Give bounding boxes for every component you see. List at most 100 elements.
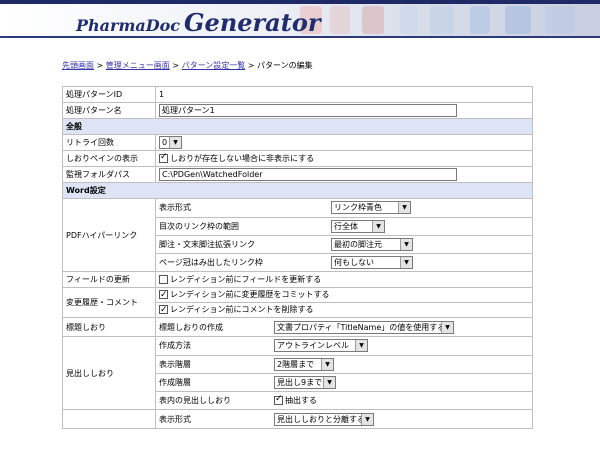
breadcrumb-link-top[interactable]: 先頭画面 [62,61,94,70]
title-bookmark-label: 標題しおり [62,317,156,337]
toc-link-range-value: 行全体 [334,221,358,231]
form-row: 標題しおり 標題しおりの作成 文書プロパティ「TitleName」の値を使用する… [62,317,533,337]
chevron-down-icon: ▼ [372,220,384,232]
heading-create-level-cell: 見出し9まで ▼ [271,373,532,392]
comment-delete-row: レンディション前にコメントを削除する [156,302,532,317]
history-commit-row: レンディション前に変更履歴をコミットする [157,289,532,302]
chevron-down-icon: ▼ [169,137,182,148]
decor-flask-icon [430,6,454,34]
retry-count-label: リトライ回数 [62,134,156,151]
title-bookmark-subtable: 標題しおりの作成 文書プロパティ「TitleName」の値を使用する ▼ [157,319,532,336]
title-bookmark-create-select[interactable]: 文書プロパティ「TitleName」の値を使用する ▼ [274,320,454,334]
history-commit-label: レンディション前に変更履歴をコミットする [170,290,330,299]
field-update-checkbox[interactable] [159,275,168,284]
pdf-hyperlink-cell: 表示形式 リンク枠青色 ▼ 目次のリンク枠の範囲 行全体 ▼ 脚注・文末脚注拡張リン… [155,198,533,272]
section-row: 全般 [62,118,533,135]
form-row: PDFハイパーリンク 表示形式 リンク枠青色 ▼ 目次のリンク枠の範囲 行全体 ▼ … [62,198,533,272]
sub-row: 目次のリンク枠の範囲 行全体 ▼ [156,217,532,236]
app-logo: PharmaDoc Generator [76,8,321,37]
comment-delete-checkbox[interactable] [159,303,168,317]
overflow-link-select[interactable]: 何もしない ▼ [331,255,413,269]
decor-flask-icon [545,6,575,34]
form-row: 変更履歴・コメント レンディション前に変更履歴をコミットする レンディション前に… [62,287,533,318]
history-commit-checkbox[interactable] [159,289,168,302]
heading-method-label: 作成方法 [156,337,271,356]
watch-folder-label: 監視フォルダパス [62,166,156,183]
sub-row: 表示形式 リンク枠青色 ▼ [156,199,532,218]
toc-link-range-select[interactable]: 行全体 ▼ [331,219,385,233]
heading-display-format-select[interactable]: 見出ししおりと分離する ▼ [274,412,374,426]
footnote-link-cell: 最初の脚注元 ▼ [328,235,532,254]
breadcrumb-separator: > [94,61,106,70]
form-row: 処理パターンID 1 [62,86,533,103]
heading-bookmark-label: 見出ししおり [62,336,156,410]
section-general: 全般 [62,118,533,135]
chevron-down-icon: ▼ [441,321,453,333]
bookmark-pane-checkbox[interactable] [159,152,168,163]
header-top-strip [0,0,600,4]
heading-method-value: アウトラインレベル [277,341,349,351]
history-comment-label: 変更履歴・コメント [62,287,156,318]
pattern-id-label: 処理パターンID [62,86,156,103]
link-display-format-value: リンク枠青色 [334,203,382,213]
overflow-link-value: 何もしない [334,257,374,267]
heading-bookmark-cell: 作成方法 アウトラインレベル ▼ 表示階層 2階層まで ▼ 作成階層 見出し9まで ▼… [155,336,533,410]
retry-count-cell: 0 ▼ [155,134,533,151]
decor-flask-icon [400,6,418,34]
field-update-label: フィールドの更新 [62,271,156,288]
heading-create-level-label: 作成階層 [156,373,271,392]
form-row: 見出ししおり 作成方法 アウトラインレベル ▼ 表示階層 2階層まで ▼ 作成階層 … [62,336,533,410]
chevron-down-icon: ▼ [361,413,373,425]
overflow-link-label: ページ冠はみ出したリンク枠 [159,257,263,267]
heading-display-format-select-cell: 見出ししおりと分離する ▼ [271,411,532,428]
section-word: Word設定 [62,182,533,199]
chevron-down-icon: ▼ [398,202,410,214]
breadcrumb-separator: > [245,61,257,70]
heading-display-level-select[interactable]: 2階層まで ▼ [274,357,334,371]
form-row: フィールドの更新 レンディション前にフィールドを更新する [62,271,533,288]
heading-in-table-check-label: 抽出する [285,395,317,405]
form-row: 監視フォルダパス [62,166,533,183]
pattern-name-cell [155,102,533,119]
heading-in-table-cell: 抽出する [271,391,532,409]
breadcrumb-current: パターンの編集 [257,61,313,70]
watch-folder-cell [155,166,533,183]
sub-row: ページ冠はみ出したリンク枠 何もしない ▼ [157,253,532,271]
link-display-format-cell: リンク枠青色 ▼ [328,199,532,218]
retry-count-select[interactable]: 0 ▼ [159,136,183,149]
form-row: しおりペインの表示 しおりが存在しない場合に非表示にする [62,150,533,167]
decor-flask-icon [470,6,490,34]
heading-display-format-value: 見出ししおりと分離する [277,414,365,424]
pattern-id-value: 1 [155,86,533,103]
heading-create-level-select[interactable]: 見出し9まで ▼ [274,375,336,389]
field-update-cell: レンディション前にフィールドを更新する [155,271,533,288]
sub-row: 標題しおりの作成 文書プロパティ「TitleName」の値を使用する ▼ [157,319,532,336]
form-row: リトライ回数 0 ▼ [62,134,533,151]
chevron-down-icon: ▼ [323,376,335,388]
sub-row: 作成方法 アウトラインレベル ▼ [156,337,532,356]
heading-display-format-label: 表示形式 [159,414,191,424]
breadcrumb-separator: > [169,61,182,70]
link-display-format-label: 表示形式 [156,199,328,218]
pdf-hyperlink-label: PDFハイパーリンク [62,198,156,272]
heading-display-level-value: 2階層まで [277,359,315,369]
title-bookmark-create-value: 文書プロパティ「TitleName」の値を使用する [277,322,446,332]
toc-link-range-cell: 行全体 ▼ [328,217,532,236]
sub-row: 作成階層 見出し9まで ▼ [156,373,532,392]
retry-count-value: 0 [162,138,168,147]
decor-pdf-icon [330,6,350,34]
toc-link-range-label: 目次のリンク枠の範囲 [156,217,328,236]
overflow-link-cell: 何もしない ▼ [328,253,532,271]
logo-text-pharmadoc: PharmaDoc [76,16,181,35]
footnote-link-select[interactable]: 最初の脚注元 ▼ [331,237,413,251]
heading-in-table-checkbox[interactable] [274,394,283,405]
form-row: 表示形式 見出ししおりと分離する ▼ [62,409,533,429]
pattern-name-input[interactable] [159,104,457,117]
heading-method-select[interactable]: アウトラインレベル ▼ [274,339,368,353]
breadcrumb-link-pattern-list[interactable]: パターン設定一覧 [182,61,246,70]
watch-folder-input[interactable] [159,168,457,181]
logo-text-generator: Generator [184,8,321,37]
sub-row: 脚注・文末脚注拡張リンク 最初の脚注元 ▼ [156,235,532,254]
link-display-format-select[interactable]: リンク枠青色 ▼ [331,201,411,215]
breadcrumb-link-admin-menu[interactable]: 管理メニュー画面 [106,61,170,70]
